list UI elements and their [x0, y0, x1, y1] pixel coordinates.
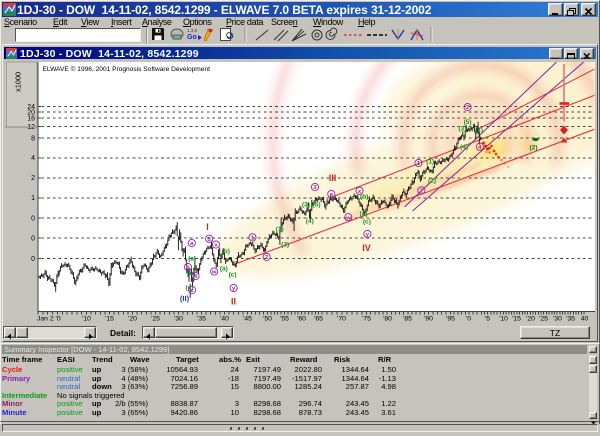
svg-text:0: 0 [31, 256, 35, 263]
svg-text:II: II [230, 297, 235, 307]
svg-text:1: 1 [31, 195, 35, 202]
svg-text:'20: '20 [128, 316, 137, 323]
svg-text:w: w [210, 270, 216, 276]
svg-text:4: 4 [31, 155, 35, 162]
svg-text:b: b [186, 265, 190, 271]
svg-text:(4): (4) [460, 144, 468, 151]
svg-text:16: 16 [27, 115, 35, 122]
svg-text:'50: '50 [263, 316, 272, 323]
svg-text:'30: '30 [553, 316, 562, 323]
svg-text:40: 40 [580, 316, 588, 323]
svg-text:(5): (5) [312, 202, 320, 209]
svg-text:'5: '5 [484, 316, 489, 323]
svg-text:'75: '75 [362, 316, 371, 323]
svg-text:(1): (1) [475, 127, 483, 134]
svg-text:(2): (2) [281, 241, 289, 248]
svg-text:(3): (3) [458, 125, 466, 132]
svg-text:'20: '20 [526, 316, 535, 323]
svg-text:(a): (a) [359, 211, 367, 218]
svg-text:(a): (a) [219, 266, 227, 273]
svg-text:Jan 2 '0: Jan 2 '0 [37, 316, 61, 323]
svg-text:x1000: x1000 [13, 72, 22, 92]
svg-text:(3): (3) [301, 202, 309, 209]
svg-text:w: w [345, 215, 351, 221]
svg-text:'60: '60 [297, 316, 306, 323]
svg-text:(c): (c) [362, 218, 370, 225]
svg-text:I: I [206, 222, 209, 232]
svg-text:2: 2 [419, 189, 422, 195]
svg-text:'45: '45 [243, 316, 252, 323]
svg-text:'15: '15 [105, 316, 114, 323]
svg-text:0: 0 [31, 215, 35, 222]
svg-text:2: 2 [31, 175, 35, 182]
svg-text:III: III [328, 173, 336, 183]
svg-text:'25: '25 [151, 316, 160, 323]
svg-text:(5): (5) [463, 119, 471, 126]
svg-text:(II): (II) [179, 294, 189, 303]
svg-text:(c): (c) [228, 271, 236, 278]
svg-text:2: 2 [264, 255, 267, 261]
svg-text:'35: '35 [566, 316, 575, 323]
svg-text:Go: Go [187, 34, 197, 41]
svg-text:(a): (a) [188, 256, 196, 263]
svg-text:'95: '95 [446, 316, 455, 323]
svg-text:'90: '90 [424, 316, 433, 323]
svg-text:'30: '30 [174, 316, 183, 323]
svg-text:2: 2 [465, 105, 468, 111]
svg-text:'10: '10 [499, 316, 508, 323]
svg-text:(2): (2) [529, 145, 537, 152]
svg-text:(1): (1) [275, 226, 283, 233]
svg-text:1,3,5: 1,3,5 [187, 28, 198, 33]
svg-text:'80: '80 [383, 316, 392, 323]
svg-text:IV: IV [362, 243, 371, 253]
svg-text:(4): (4) [305, 218, 313, 225]
svg-text:(b): (b) [221, 248, 229, 255]
svg-text:'65: '65 [314, 316, 323, 323]
svg-text:8: 8 [31, 135, 35, 142]
svg-text:0: 0 [31, 236, 35, 243]
svg-text:ELWAVE © 1996, 2001 Prognosis: ELWAVE © 1996, 2001 Prognosis Software D… [42, 65, 210, 73]
svg-text:'15: '15 [512, 316, 521, 323]
svg-text:'40: '40 [220, 316, 229, 323]
svg-text:(b): (b) [359, 194, 367, 201]
svg-text:'10: '10 [82, 316, 91, 323]
svg-text:'35: '35 [197, 316, 206, 323]
svg-text:'25: '25 [539, 316, 548, 323]
svg-text:(2): (2) [427, 177, 435, 184]
svg-text:'85: '85 [403, 316, 412, 323]
svg-text:'70: '70 [337, 316, 346, 323]
svg-text:'0: '0 [465, 316, 470, 323]
svg-text:(1): (1) [426, 158, 434, 165]
svg-text:'55: '55 [280, 316, 289, 323]
